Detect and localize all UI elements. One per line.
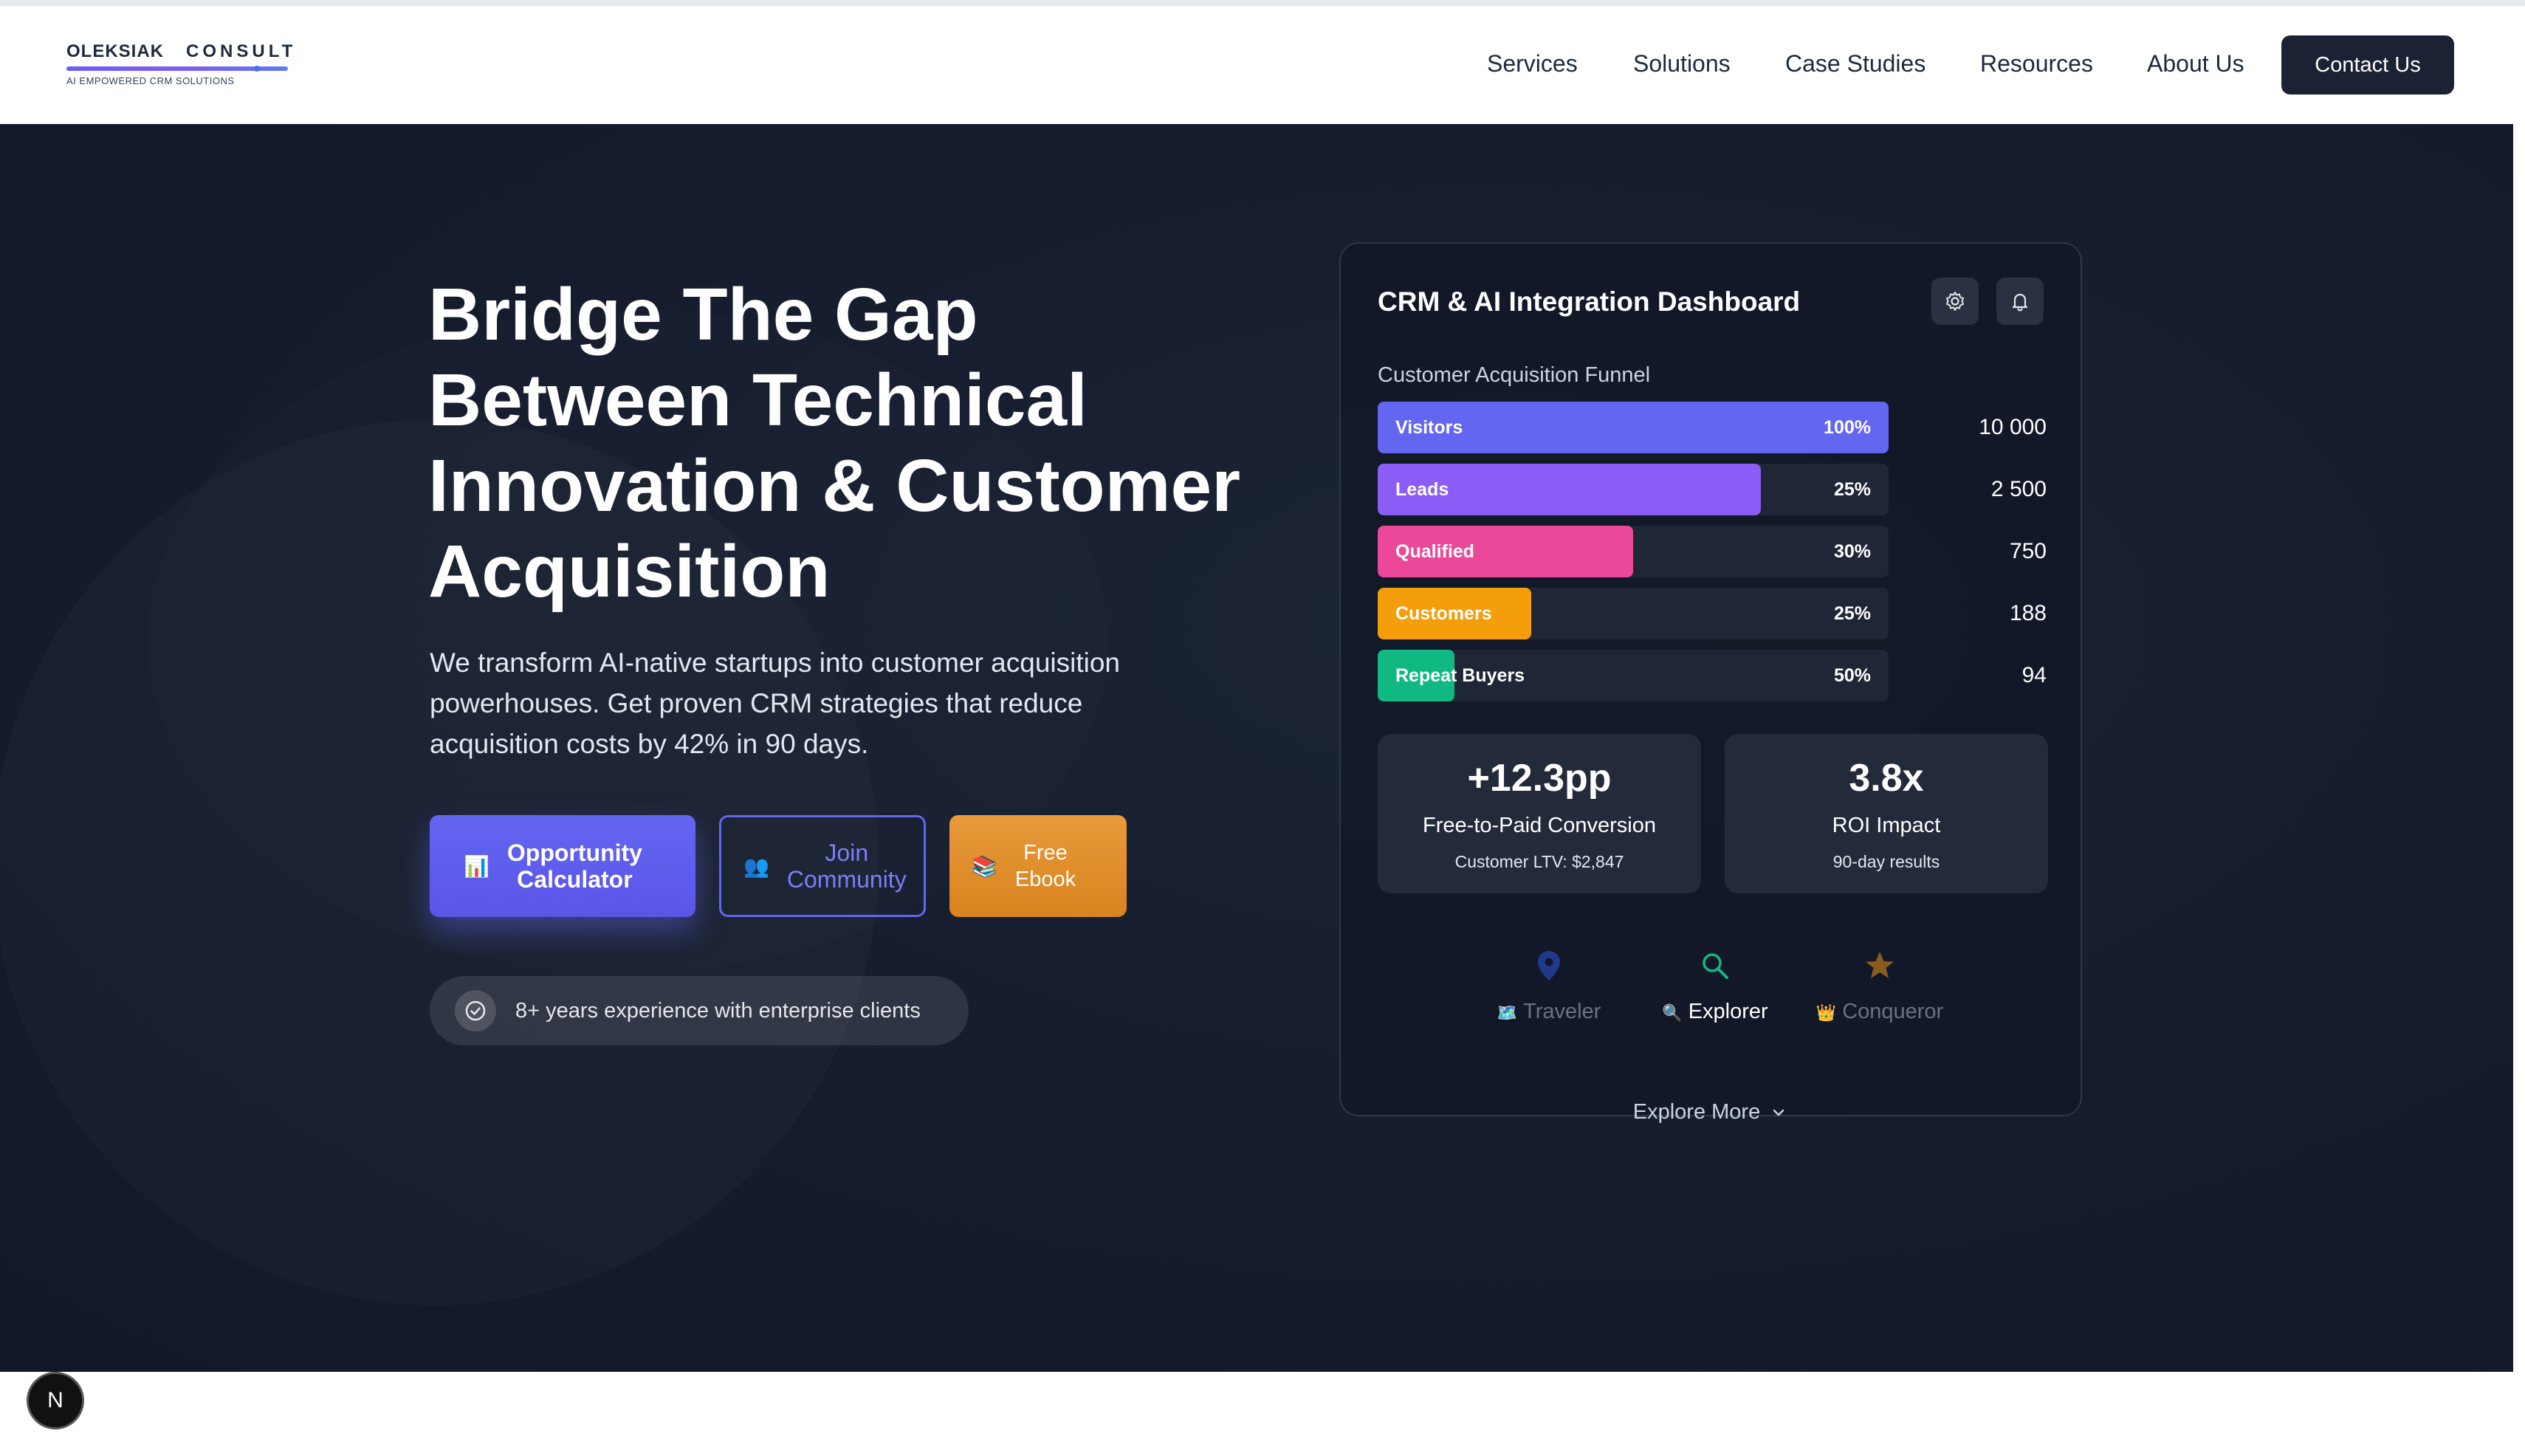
chevron-down-icon [1773, 1109, 1784, 1116]
experience-text: 8+ years experience with enterprise clie… [515, 998, 921, 1023]
hero-headline: Bridge The Gap Between Technical Innovat… [428, 272, 1285, 614]
opportunity-calculator-button[interactable]: 📊 Opportunity Calculator [430, 815, 695, 917]
funnel-stage-value: 2 500 [1990, 477, 2047, 501]
funnel-label: Customer Acquisition Funnel [1378, 363, 1651, 387]
hero-section: Bridge The Gap Between Technical Innovat… [0, 124, 2513, 1372]
headline-line-3: Innovation & Customer [428, 444, 1241, 527]
contact-us-button[interactable]: Contact Us [2281, 35, 2454, 95]
crm-dashboard-card: CRM & AI Integration Dashboard Customer … [1339, 242, 2082, 1124]
search-icon [1626, 945, 1804, 986]
nav-link-resources[interactable]: Resources [1980, 50, 2093, 78]
funnel-row-leads: Leads 25% 2 500 [1378, 464, 2047, 515]
experience-pill: 8+ years experience with enterprise clie… [430, 976, 969, 1045]
stat-value: +12.3pp [1467, 757, 1612, 800]
funnel-stage-percent: 25% [1833, 603, 1871, 624]
map-pin-icon [1460, 945, 1638, 986]
funnel-stage-value: 10 000 [1979, 415, 2047, 439]
stat-card-conversion: +12.3pp Free-to-Paid Conversion Customer… [1378, 734, 1701, 893]
ebook-label-line1: Free [1023, 841, 1068, 865]
nav-link-services[interactable]: Services [1487, 50, 1578, 78]
top-border [0, 0, 2525, 6]
site-header: OLEKSIAK CONSULT AI EMPOWERED CRM SOLUTIO… [0, 6, 2513, 124]
chart-icon: 📊 [464, 854, 489, 878]
nav-link-solutions[interactable]: Solutions [1633, 50, 1731, 78]
opportunity-calculator-label: Opportunity Calculator [507, 839, 642, 893]
funnel-row-repeat-buyers: Repeat Buyers 50% 94 [1378, 650, 2047, 701]
funnel-stage-name: Repeat Buyers [1395, 665, 1525, 686]
headline-line-4: Acquisition [428, 530, 831, 613]
funnel-stage-name: Qualified [1395, 541, 1474, 562]
explore-more-inner: Explore More [1633, 1100, 1788, 1124]
community-label-line1: Join [825, 839, 869, 866]
achievement-explorer[interactable]: 🔍 Explorer [1626, 945, 1804, 1024]
funnel-stage-name: Visitors [1395, 417, 1463, 438]
dashboard-title: CRM & AI Integration Dashboard [1378, 286, 1801, 317]
achievement-label: 👑 Conqueror [1791, 1000, 1968, 1024]
stat-value: 3.8x [1849, 757, 1924, 800]
funnel-stage-value: 188 [2009, 601, 2047, 625]
nextjs-dev-badge[interactable]: N [27, 1372, 84, 1429]
funnel-row-customers: Customers 25% 188 [1378, 588, 2047, 639]
funnel-stage-percent: 100% [1824, 417, 1871, 438]
achievement-label-text: Explorer [1688, 1000, 1768, 1023]
stat-card-roi: 3.8x ROI Impact 90-day results [1725, 734, 2048, 893]
achievement-traveler[interactable]: 🗺️ Traveler [1460, 945, 1638, 1024]
stat-subtext: Customer LTV: $2,847 [1454, 852, 1624, 871]
achievement-conqueror[interactable]: 👑 Conqueror [1791, 945, 1968, 1024]
main-nav: Services Solutions Case Studies Resource… [0, 6, 2513, 124]
nav-link-about-us[interactable]: About Us [2147, 50, 2244, 78]
funnel-track [1378, 464, 1889, 515]
stat-label: ROI Impact [1832, 814, 1941, 837]
funnel-stage-percent: 50% [1833, 665, 1871, 686]
stat-subtext: 90-day results [1832, 852, 1940, 871]
funnel-stage-percent: 25% [1833, 479, 1871, 500]
star-icon [1791, 945, 1968, 986]
funnel-stage-value: 94 [2021, 663, 2047, 687]
join-community-button[interactable]: 👥 Join Community [719, 815, 926, 917]
free-ebook-button[interactable]: 📚 Free Ebook [949, 815, 1127, 917]
magnifier-emoji-icon: 🔍 [1662, 1003, 1683, 1022]
funnel-row-qualified: Qualified 30% 750 [1378, 526, 2047, 577]
funnel-row-visitors: Visitors 100% 10 000 [1378, 402, 2047, 453]
nav-link-case-studies[interactable]: Case Studies [1785, 50, 1925, 78]
map-emoji-icon: 🗺️ [1497, 1003, 1518, 1022]
stat-label: Free-to-Paid Conversion [1423, 814, 1656, 837]
check-circle-icon [455, 990, 496, 1031]
explore-more-button[interactable]: Explore More [1341, 1100, 2081, 1124]
achievement-label: 🗺️ Traveler [1460, 1000, 1638, 1024]
funnel-stage-percent: 30% [1833, 541, 1871, 562]
gear-icon[interactable] [1931, 278, 1979, 325]
people-icon: 👥 [743, 854, 769, 878]
funnel-stage-name: Customers [1395, 603, 1492, 624]
headline-line-2: Between Technical [428, 359, 1088, 442]
achievement-label-text: Conqueror [1842, 1000, 1944, 1023]
funnel-stage-name: Leads [1395, 479, 1449, 500]
bell-icon[interactable] [1996, 278, 2044, 325]
hero-subtext: We transform AI-native startups into cus… [430, 648, 1120, 759]
calculator-label-line1: Opportunity [506, 839, 642, 866]
community-label-line2: Community [786, 866, 907, 893]
join-community-label: Join Community [787, 839, 907, 893]
funnel-stage-value: 750 [2009, 539, 2047, 563]
headline-line-1: Bridge The Gap [428, 273, 978, 356]
ebook-label-line2: Ebook [1014, 868, 1076, 891]
explore-more-label: Explore More [1632, 1100, 1761, 1124]
achievement-label: 🔍 Explorer [1626, 1000, 1804, 1024]
achievement-label-text: Traveler [1523, 1000, 1601, 1023]
calculator-label-line2: Calculator [517, 866, 633, 893]
crown-emoji-icon: 👑 [1815, 1003, 1837, 1022]
books-icon: 📚 [972, 854, 997, 878]
free-ebook-label: Free Ebook [1015, 839, 1076, 893]
